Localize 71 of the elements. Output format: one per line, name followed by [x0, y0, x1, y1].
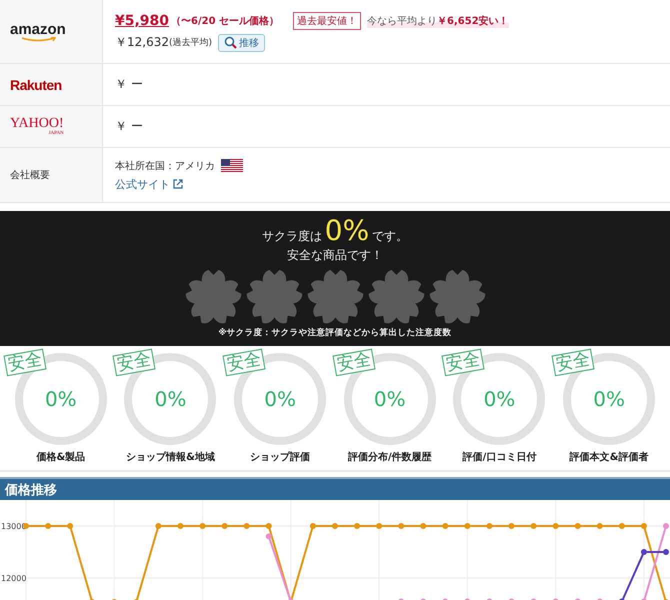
score-label: 評価/口コミ日付 [462, 450, 536, 464]
price-text: ￥ ー [115, 76, 144, 93]
sale-price: ¥5,980 [115, 12, 170, 28]
sale-note: （〜6/20 セール価格） [171, 14, 280, 28]
score-value: 0% [154, 387, 186, 411]
sakura-text: サクラ度は [262, 228, 322, 245]
flag-icon [221, 158, 243, 172]
point [244, 523, 250, 530]
point [67, 523, 74, 530]
y-tick-label: 12000 [1, 574, 26, 584]
score-label: 価格&製品 [36, 450, 86, 464]
point [552, 523, 559, 530]
point [177, 523, 184, 530]
safe-stamp: 安全 [552, 348, 595, 376]
country-text: 本社所在国：アメリカ [115, 160, 215, 172]
point [464, 523, 470, 530]
compare-text: 今なら平均より [367, 14, 438, 28]
sakura-text: です。 [372, 228, 408, 245]
point [45, 523, 52, 530]
score-label: 評価本文&評価者 [570, 450, 648, 464]
score-label: ショップ評価 [250, 450, 310, 464]
point [663, 549, 669, 556]
shop-logo: Rakuten [10, 76, 62, 92]
lowest-price-badge: 過去最安値！ [293, 12, 362, 30]
sakura-percent: 0% [324, 217, 370, 245]
point [266, 533, 272, 540]
verdict-text: 安全な商品です！ [287, 247, 383, 264]
point [618, 523, 625, 530]
point [486, 523, 492, 530]
score-value: 0% [264, 387, 296, 411]
point [574, 523, 581, 530]
point [530, 523, 537, 530]
point [663, 523, 669, 530]
point [332, 523, 338, 530]
row-label: 会社概要 [10, 168, 50, 182]
trend-button[interactable]: 推移 [218, 34, 266, 52]
point [266, 523, 272, 530]
price-text: ￥ ー [115, 118, 144, 135]
point [200, 523, 206, 530]
safe-stamp: 安全 [442, 348, 485, 376]
point [310, 523, 316, 530]
score-value: 0% [593, 387, 625, 411]
savings-amount: ￥6,652安い！ [437, 14, 509, 28]
point [640, 549, 647, 556]
safe-stamp: 安全 [3, 348, 46, 376]
point [354, 523, 360, 530]
shop-logo: amazon [10, 22, 66, 42]
external-link-icon [173, 179, 183, 189]
point [640, 523, 647, 530]
average-price: ￥12,632 [115, 34, 169, 51]
score-value: 0% [44, 387, 77, 411]
point [508, 523, 515, 530]
search-icon [224, 36, 238, 49]
point [398, 523, 404, 530]
safe-stamp: 安全 [222, 348, 266, 376]
score-value: 0% [484, 387, 516, 411]
point [596, 523, 603, 530]
score-label: ショップ情報&地域 [126, 450, 215, 464]
footnote: ※サクラ度：サクラや注意評価などから算出した注意度数 [218, 327, 452, 339]
point [442, 523, 448, 530]
section-header: 価格推移 [0, 477, 670, 500]
official-site-link[interactable]: 公式サイト [115, 176, 183, 192]
point [155, 523, 162, 530]
score-label: 評価分布/件数履歴 [348, 450, 432, 464]
safe-stamp: 安全 [113, 348, 156, 376]
point [420, 523, 426, 530]
point [376, 523, 382, 530]
average-note: (過去平均) [169, 36, 212, 49]
score-value: 0% [374, 387, 406, 411]
safe-stamp: 安全 [332, 348, 376, 376]
point [222, 523, 228, 530]
